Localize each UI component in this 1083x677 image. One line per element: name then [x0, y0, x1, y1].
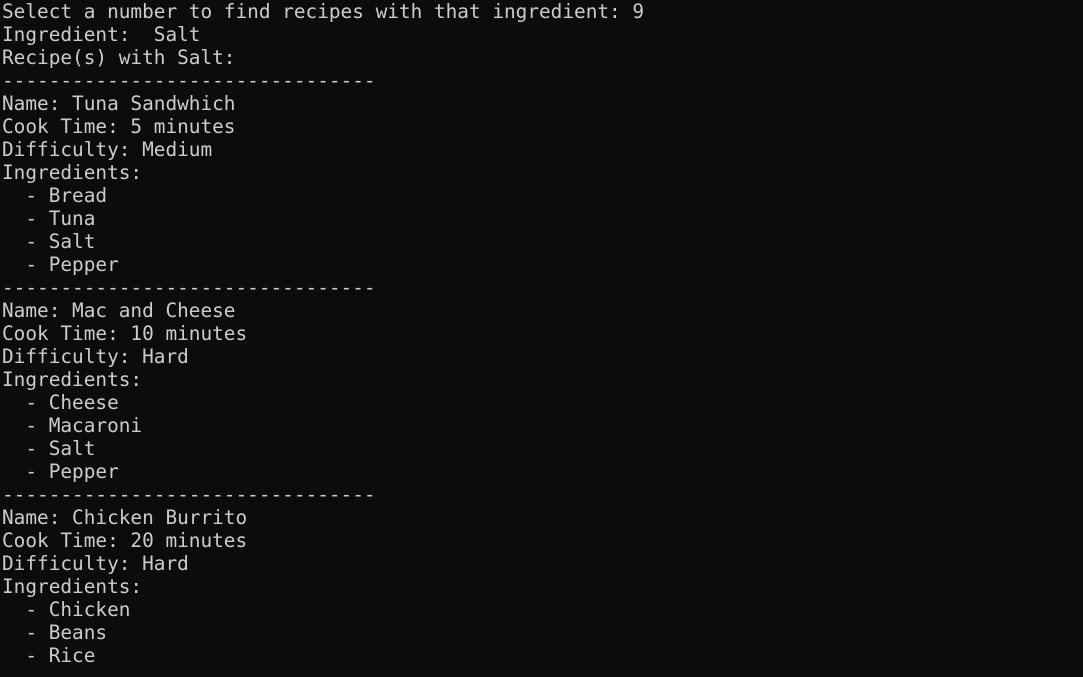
- separator-line: --------------------------------: [2, 276, 376, 299]
- terminal-output: Select a number to find recipes with tha…: [2, 0, 644, 667]
- ingredient-item: - Macaroni: [2, 414, 143, 437]
- separator-line: --------------------------------: [2, 69, 376, 92]
- ingredient-item: - Rice: [2, 644, 96, 667]
- ingredient-line: Ingredient: Salt: [2, 23, 201, 46]
- ingredient-item: - Pepper: [2, 253, 119, 276]
- ingredient-item: - Salt: [2, 437, 96, 460]
- recipe-difficulty: Difficulty: Hard: [2, 345, 189, 368]
- recipe-cook-time: Cook Time: 5 minutes: [2, 115, 236, 138]
- ingredient-item: - Chicken: [2, 598, 131, 621]
- recipe-difficulty: Difficulty: Medium: [2, 138, 213, 161]
- recipe-difficulty: Difficulty: Hard: [2, 552, 189, 575]
- separator-line: --------------------------------: [2, 483, 376, 506]
- results-heading: Recipe(s) with Salt:: [2, 46, 236, 69]
- ingredients-heading: Ingredients:: [2, 161, 143, 184]
- prompt-line: Select a number to find recipes with tha…: [2, 0, 645, 23]
- ingredient-item: - Bread: [2, 184, 108, 207]
- ingredient-item: - Tuna: [2, 207, 96, 230]
- ingredient-item: - Salt: [2, 230, 96, 253]
- recipe-cook-time: Cook Time: 20 minutes: [2, 529, 248, 552]
- recipe-cook-time: Cook Time: 10 minutes: [2, 322, 248, 345]
- terminal-window[interactable]: Select a number to find recipes with tha…: [0, 0, 1083, 677]
- ingredients-heading: Ingredients:: [2, 575, 143, 598]
- ingredients-heading: Ingredients:: [2, 368, 143, 391]
- recipe-name: Name: Tuna Sandwhich: [2, 92, 236, 115]
- recipe-name: Name: Mac and Cheese: [2, 299, 236, 322]
- ingredient-item: - Pepper: [2, 460, 119, 483]
- recipe-name: Name: Chicken Burrito: [2, 506, 248, 529]
- ingredient-item: - Cheese: [2, 391, 119, 414]
- ingredient-item: - Beans: [2, 621, 108, 644]
